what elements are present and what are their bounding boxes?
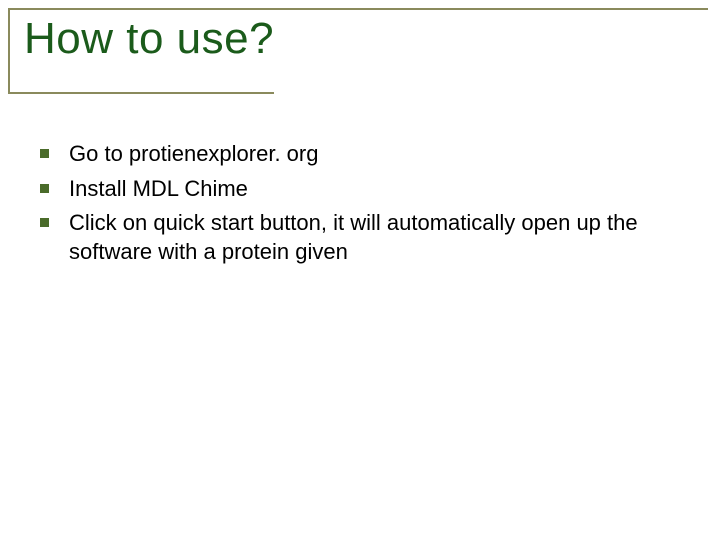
title-frame-top	[8, 8, 708, 10]
list-item: Go to protienexplorer. org	[40, 140, 680, 169]
slide-title: How to use?	[24, 14, 274, 64]
list-item-text: Go to protienexplorer. org	[69, 140, 680, 169]
list-item-text: Install MDL Chime	[69, 175, 680, 204]
square-bullet-icon	[40, 184, 49, 193]
list-item: Click on quick start button, it will aut…	[40, 209, 680, 266]
list-item-text: Click on quick start button, it will aut…	[69, 209, 680, 266]
list-item: Install MDL Chime	[40, 175, 680, 204]
square-bullet-icon	[40, 149, 49, 158]
slide: How to use? Go to protienexplorer. org I…	[0, 0, 720, 540]
title-frame-left	[8, 8, 10, 92]
square-bullet-icon	[40, 218, 49, 227]
slide-body: Go to protienexplorer. org Install MDL C…	[40, 140, 680, 272]
title-frame-bottom	[8, 92, 274, 94]
